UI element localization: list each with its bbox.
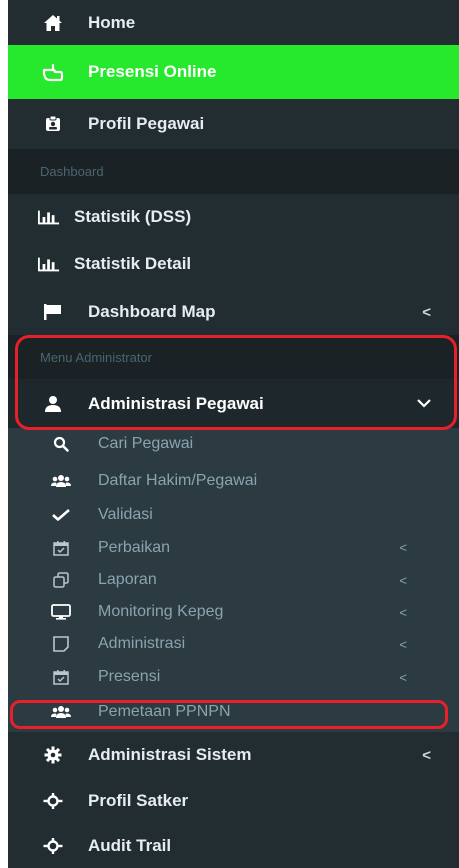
submenu-item-daftar-hakim-pegawai[interactable]: Daftar Hakim/Pegawai xyxy=(8,464,459,498)
chevron-left-icon: < xyxy=(399,669,407,685)
submenu-item-label: Cari Pegawai xyxy=(98,435,194,452)
submenu-item-perbaikan[interactable]: Perbaikan < xyxy=(8,531,459,564)
chevron-left-icon: < xyxy=(422,303,431,321)
submenu-item-monitoring-kepeg[interactable]: Monitoring Kepeg < xyxy=(8,596,459,628)
submenu-item-label: Perbaikan xyxy=(98,538,171,556)
submenu-item-label: Validasi xyxy=(98,505,153,523)
chevron-left-icon: < xyxy=(399,572,407,588)
sticky-note-icon xyxy=(50,634,72,654)
sidebar-item-administrasi-pegawai[interactable]: Administrasi Pegawai xyxy=(8,379,459,428)
sidebar-item-profil-satker[interactable]: Profil Satker xyxy=(8,778,459,824)
sidebar-menu: Home Presensi Online Profil Pegawai Dash… xyxy=(8,0,459,868)
bar-chart-icon xyxy=(38,206,60,228)
check-icon xyxy=(50,505,72,525)
sidebar-item-label: Profil Pegawai xyxy=(88,114,205,133)
copy-icon xyxy=(50,570,72,590)
submenu-item-label: Daftar Hakim/Pegawai xyxy=(98,472,258,489)
id-card-icon xyxy=(42,113,64,135)
submenu-item-label: Pemetaan PPNPN xyxy=(98,703,231,720)
section-header-dashboard: Dashboard xyxy=(8,149,459,194)
chevron-down-icon xyxy=(417,395,431,412)
submenu-item-label: Presensi xyxy=(98,668,161,685)
chevron-left-icon: < xyxy=(422,746,431,764)
sidebar-item-dashboard-map[interactable]: Dashboard Map < xyxy=(8,289,459,335)
sidebar-item-label: Administrasi Pegawai xyxy=(88,393,264,413)
desktop-icon xyxy=(50,602,72,622)
sidebar-item-label: Audit Trail xyxy=(88,836,172,855)
user-icon xyxy=(42,393,64,415)
users-icon xyxy=(50,702,72,722)
search-icon xyxy=(50,434,72,454)
sidebar-item-label: Profil Satker xyxy=(88,791,189,810)
gear-icon xyxy=(42,744,64,766)
sidebar-item-label: Dashboard Map xyxy=(88,302,216,321)
flag-icon xyxy=(42,301,64,323)
sidebar-item-statistik-dss[interactable]: Statistik (DSS) xyxy=(8,194,459,239)
users-icon xyxy=(50,471,72,491)
calendar-check-icon xyxy=(50,667,72,687)
submenu-item-label: Administrasi xyxy=(98,635,186,652)
home-icon xyxy=(42,12,64,34)
calendar-check-icon xyxy=(50,538,72,558)
submenu-item-pemetaan-ppnpn[interactable]: Pemetaan PPNPN xyxy=(8,696,459,728)
sidebar-item-profil-pegawai[interactable]: Profil Pegawai xyxy=(8,99,459,149)
submenu-item-presensi[interactable]: Presensi < xyxy=(8,660,459,694)
section-header-menu-administrator: Menu Administrator xyxy=(8,335,459,379)
sidebar-item-administrasi-sistem[interactable]: Administrasi Sistem < xyxy=(8,732,459,778)
submenu-item-administrasi[interactable]: Administrasi < xyxy=(8,628,459,660)
sidebar-item-presensi-online[interactable]: Presensi Online xyxy=(8,45,459,99)
sidebar-item-label: Statistik Detail xyxy=(74,254,192,273)
submenu-item-label: Monitoring Kepeg xyxy=(98,603,224,620)
chevron-left-icon: < xyxy=(399,604,407,620)
submenu-item-label: Laporan xyxy=(98,571,157,588)
sidebar-item-label: Home xyxy=(88,12,136,32)
submenu-item-cari-pegawai[interactable]: Cari Pegawai xyxy=(8,428,459,460)
sidebar-item-home[interactable]: Home xyxy=(8,0,459,45)
crosshair-icon xyxy=(42,835,64,857)
chevron-left-icon: < xyxy=(399,540,407,555)
crosshair-icon xyxy=(42,790,64,812)
sidebar-item-label: Presensi Online xyxy=(88,62,217,81)
chevron-left-icon: < xyxy=(399,636,407,652)
sidebar-item-statistik-detail[interactable]: Statistik Detail xyxy=(8,239,459,289)
hand-pointer-icon xyxy=(42,61,64,83)
sidebar-item-audit-trail[interactable]: Audit Trail xyxy=(8,824,459,868)
sidebar-item-label: Administrasi Sistem xyxy=(88,745,252,764)
sidebar-item-label: Statistik (DSS) xyxy=(74,206,192,226)
bar-chart-icon xyxy=(38,253,60,275)
submenu-item-validasi[interactable]: Validasi xyxy=(8,498,459,531)
submenu-item-laporan[interactable]: Laporan < xyxy=(8,564,459,596)
